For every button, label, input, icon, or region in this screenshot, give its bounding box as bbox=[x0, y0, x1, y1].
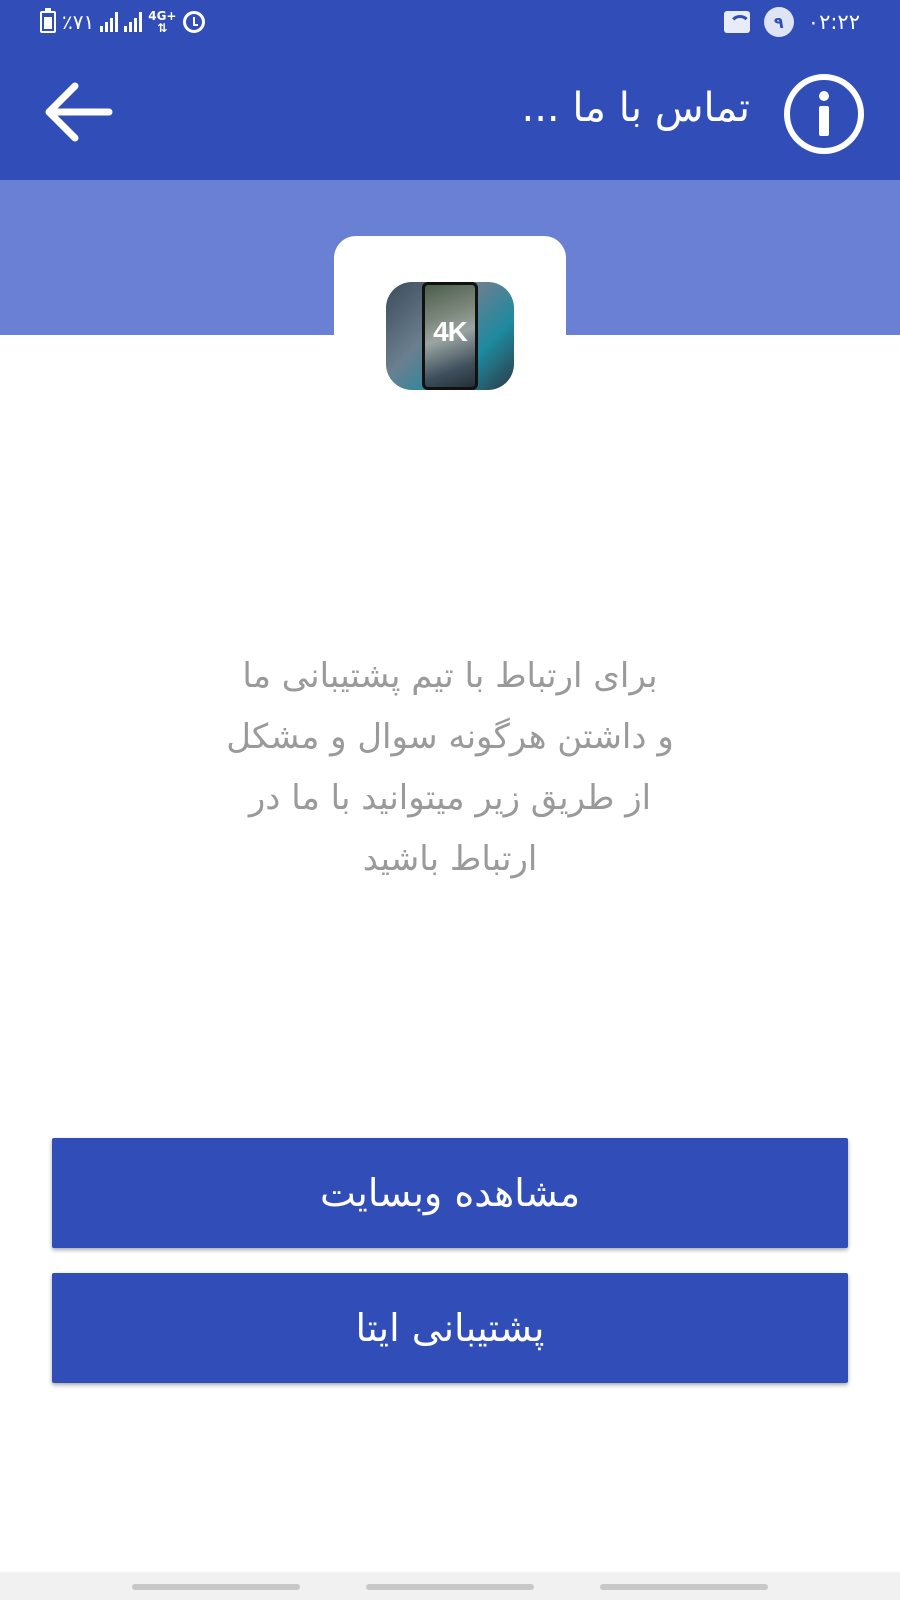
message-line: از طریق زیر میتوانید با ما در bbox=[248, 778, 652, 818]
arrow-left-icon bbox=[45, 82, 113, 142]
network-type: 4G+ ⇅ bbox=[148, 9, 177, 35]
message-line: برای ارتباط با تیم پشتیبانی ما bbox=[242, 656, 658, 696]
notification-badge: ۹ bbox=[763, 7, 794, 37]
back-button[interactable] bbox=[38, 74, 118, 150]
signal-strength-icon bbox=[100, 12, 119, 32]
system-nav-bar bbox=[0, 1572, 900, 1600]
info-circle-icon bbox=[784, 74, 864, 154]
wifi-icon bbox=[723, 11, 750, 33]
battery-charging-icon bbox=[40, 8, 56, 33]
eitaa-support-button[interactable]: پشتیبانی ایتا bbox=[52, 1273, 848, 1383]
app-bar: تماس با ما ... bbox=[0, 44, 900, 180]
message-line: ارتباط باشید bbox=[362, 839, 538, 879]
app-logo: 4K bbox=[386, 282, 514, 390]
nav-recent-button[interactable] bbox=[132, 1584, 300, 1590]
nav-back-button[interactable] bbox=[600, 1584, 768, 1590]
info-button[interactable] bbox=[782, 72, 866, 156]
support-message: برای ارتباط با تیم پشتیبانی ما و داشتن ه… bbox=[130, 646, 770, 890]
battery-percent: ٪۷۱ bbox=[62, 10, 95, 34]
status-bar: ٪۷۱ 4G+ ⇅ ۹ ۰۲:۲۲ bbox=[0, 0, 900, 44]
app-logo-label: 4K bbox=[433, 316, 468, 347]
status-time: ۰۲:۲۲ bbox=[807, 10, 860, 34]
signal-strength-icon-2 bbox=[124, 12, 143, 32]
alarm-icon bbox=[182, 11, 205, 33]
view-website-button[interactable]: مشاهده وبسایت bbox=[52, 1138, 848, 1248]
network-type-label: 4G+ bbox=[148, 9, 177, 23]
status-left-group: ٪۷۱ 4G+ ⇅ bbox=[40, 8, 205, 36]
message-line: و داشتن هرگونه سوال و مشکل bbox=[226, 717, 674, 757]
status-right-group: ۹ ۰۲:۲۲ bbox=[723, 7, 860, 37]
nav-home-button[interactable] bbox=[366, 1584, 534, 1590]
page-title: تماس با ما ... bbox=[521, 85, 751, 131]
